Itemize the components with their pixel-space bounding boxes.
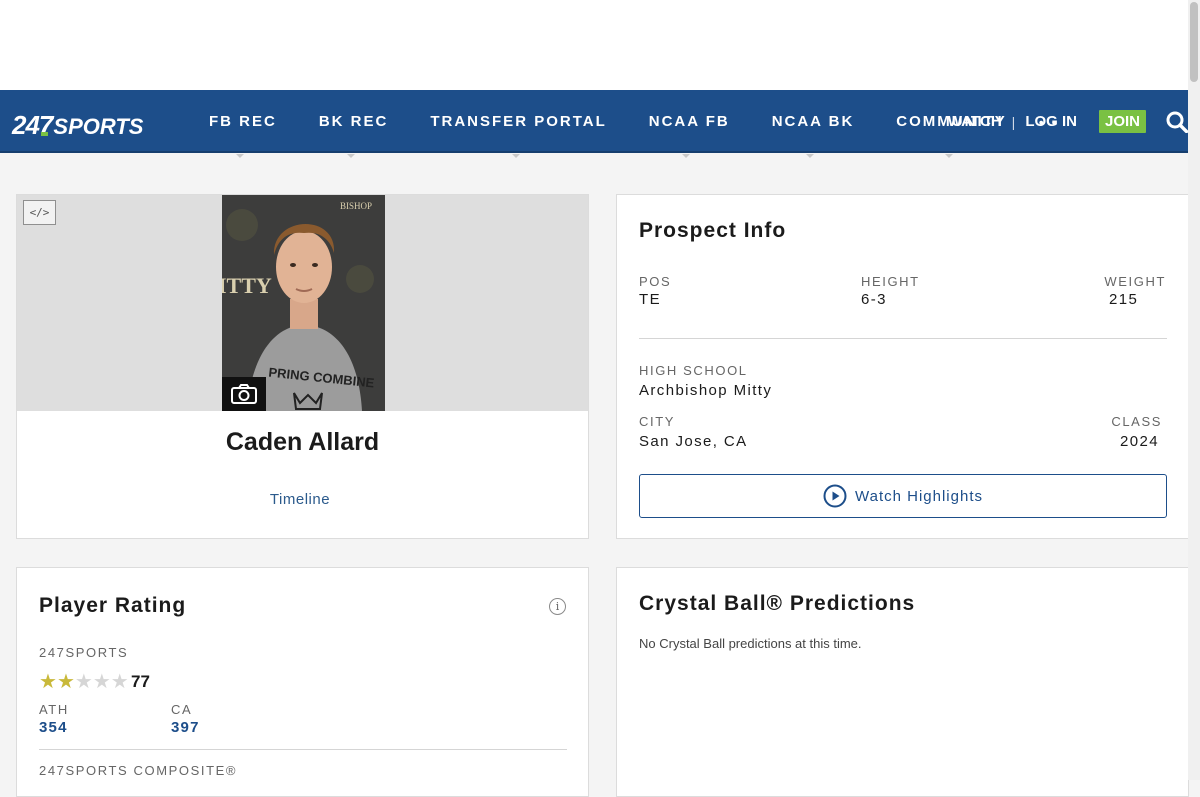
crystal-ball-title: Crystal Ball® Predictions (639, 592, 916, 615)
login-link[interactable]: LOG IN (1025, 113, 1077, 130)
scrollbar-thumb[interactable] (1190, 2, 1198, 82)
rating-score: 77 (131, 672, 150, 691)
player-rating-title: Player Rating (39, 594, 187, 617)
chevron-down-icon (682, 154, 691, 158)
height-value: 6-3 (861, 291, 887, 308)
weight-value: 215 (1109, 291, 1139, 308)
nav-item-transfer-portal[interactable]: TRANSFER PORTAL (416, 113, 606, 158)
player-rating-card: Player Rating i 247SPORTS ★ ★ ★ ★ ★ 77 A… (16, 567, 589, 797)
nav-account: WATCH | LOG IN JOIN (948, 90, 1200, 153)
nav-item-ncaa-fb[interactable]: NCAA FB (635, 113, 730, 158)
star-icon: ★ (39, 671, 57, 693)
photo-text-left: ITTY (222, 273, 272, 298)
embed-code-button[interactable]: </> (23, 200, 56, 225)
site-logo[interactable]: 247 SPORTS (12, 110, 143, 140)
position-rank-label: ATH (39, 702, 69, 717)
class-value: 2024 (1120, 433, 1159, 450)
crystal-ball-card: Crystal Ball® Predictions No Crystal Bal… (616, 567, 1189, 797)
profile-card: </> BISHOP ITTY PRING COMBINE Caden Alla… (16, 194, 589, 539)
search-icon[interactable] (1166, 111, 1188, 133)
watch-highlights-label: Watch Highlights (855, 487, 983, 505)
photo-text-top: BISHOP (340, 201, 372, 211)
rating-source-label: 247SPORTS (39, 645, 129, 660)
height-label: HEIGHT (861, 274, 920, 289)
nav-items: FB REC BK REC TRANSFER PORTAL NCAA FB NC… (195, 90, 1059, 158)
star-icon: ★ (74, 671, 93, 693)
watch-link[interactable]: WATCH (948, 113, 1002, 130)
nav-item-fb-rec[interactable]: FB REC (195, 113, 277, 158)
camera-icon[interactable] (222, 377, 266, 411)
pos-value: TE (639, 291, 661, 308)
main-nav: 247 SPORTS FB REC BK REC TRANSFER PORTAL… (0, 90, 1200, 158)
nav-separator: | (1011, 113, 1016, 130)
chevron-down-icon (235, 154, 244, 158)
city-value: San Jose, CA (639, 433, 748, 450)
info-icon[interactable]: i (549, 598, 566, 615)
position-rank-value[interactable]: 354 (39, 719, 68, 736)
play-icon (823, 484, 847, 508)
ad-space (0, 0, 1200, 90)
class-label: CLASS (1111, 414, 1162, 429)
player-name: Caden Allard (225, 428, 380, 456)
prospect-info-title: Prospect Info (639, 219, 787, 242)
rating-divider (39, 749, 567, 750)
composite-label: 247SPORTS COMPOSITE® (39, 763, 238, 778)
city-label: CITY (639, 414, 676, 429)
timeline-link[interactable]: Timeline (17, 491, 583, 508)
star-icon: ★ (92, 671, 111, 693)
scrollbar[interactable] (1188, 0, 1200, 780)
high-school-value: Archbishop Mitty (639, 382, 773, 399)
nav-item-ncaa-bk[interactable]: NCAA BK (758, 113, 855, 158)
weight-label: WEIGHT (1104, 274, 1166, 289)
star-rating: ★ ★ ★ ★ ★ (39, 672, 129, 692)
info-divider (639, 338, 1167, 339)
chevron-down-icon (805, 154, 814, 158)
join-button[interactable]: JOIN (1098, 110, 1146, 133)
chevron-down-icon (944, 154, 953, 158)
star-icon: ★ (110, 671, 129, 693)
state-rank-value[interactable]: 397 (171, 719, 200, 736)
state-rank-label: CA (171, 702, 193, 717)
star-icon: ★ (56, 671, 75, 693)
chevron-down-icon (346, 154, 355, 158)
prospect-info-card: Prospect Info POS TE HEIGHT 6-3 WEIGHT 2… (616, 194, 1189, 539)
pos-label: POS (639, 274, 672, 289)
chevron-down-icon (511, 154, 520, 158)
high-school-label: HIGH SCHOOL (639, 363, 748, 378)
watch-highlights-button[interactable]: Watch Highlights (639, 474, 1167, 518)
crystal-ball-note: No Crystal Ball predictions at this time… (639, 636, 862, 651)
nav-item-bk-rec[interactable]: BK REC (305, 113, 389, 158)
